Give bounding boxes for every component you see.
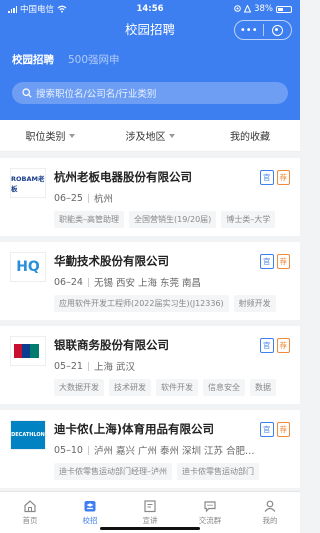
divider (87, 193, 89, 203)
chat-icon (204, 501, 216, 513)
nav-label: 首页 (22, 516, 38, 525)
badge-group: 官 荐 (260, 254, 290, 269)
campus-icon (84, 501, 96, 512)
nav-label: 宣讲 (142, 516, 158, 525)
filter-region[interactable]: 涉及地区 (100, 128, 200, 143)
locations: 上海 武汉 (93, 362, 135, 373)
job-tag[interactable]: 博士类–大学 (221, 211, 276, 228)
filter-label: 职位类别 (25, 132, 66, 143)
company-logo: ROBAM老板 (10, 168, 46, 198)
close-button[interactable] (264, 24, 292, 36)
presentation-icon (144, 500, 156, 513)
official-badge: 官 (260, 170, 274, 185)
job-tags: 大数据开发 技术研发 软件开发 信息安全 数据 (54, 379, 276, 396)
job-tag[interactable]: 软件开发 (156, 379, 198, 396)
divider (87, 277, 89, 287)
job-tag[interactable]: 迪卡侬零售运动部门经理–泸州 (54, 463, 172, 480)
recommend-badge: 荐 (276, 338, 290, 353)
job-tag[interactable]: 技术研发 (109, 379, 151, 396)
company-meta: 05–21 上海 武汉 (54, 359, 135, 374)
company-card[interactable]: HQ 华勤技术股份有限公司 官 荐 06–24 无锡 西安 上海 东莞 南昌 应… (0, 242, 300, 320)
job-tag[interactable]: 职能类–高管助理 (54, 211, 124, 228)
filter-label: 我的收藏 (230, 132, 270, 143)
post-date: 06–24 (54, 276, 83, 288)
company-card[interactable]: DECATHLON 迪卡侬(上海)体育用品有限公司 官 荐 05–10 泸州 嘉… (0, 410, 300, 488)
profile-icon (264, 500, 276, 512)
post-date: 05–21 (54, 360, 83, 372)
company-card[interactable]: 银联商务股份有限公司 官 荐 05–21 上海 武汉 大数据开发 技术研发 软件… (0, 326, 300, 404)
company-card[interactable]: ROBAM老板 杭州老板电器股份有限公司 官 荐 06–25 杭州 职能类–高管… (0, 158, 300, 236)
status-bar: 中国电信 14:56 38% (8, 2, 292, 16)
home-indicator (100, 527, 200, 530)
divider (87, 361, 89, 371)
header: 中国电信 14:56 38% 校园招聘 ••• 校园招聘 500强网申 搜索职位… (0, 0, 300, 120)
logo-text: ROBAM老板 (11, 175, 45, 193)
company-meta: 06–25 杭州 (54, 191, 113, 206)
job-tags: 职能类–高管助理 全国营销生(19/20届) 博士类–大学 (54, 211, 276, 228)
job-tags: 迪卡侬零售运动部门经理–泸州 迪卡侬零售运动部门 (54, 463, 259, 480)
unionpay-logo-icon (14, 344, 39, 358)
recommend-badge: 荐 (276, 422, 290, 437)
miniprogram-capsule[interactable]: ••• (234, 20, 292, 40)
divider (87, 445, 89, 455)
tab-campus-recruitment[interactable]: 校园招聘 (12, 52, 54, 67)
company-logo: DECATHLON (10, 420, 46, 450)
company-name: 迪卡侬(上海)体育用品有限公司 (54, 422, 215, 436)
clock: 14:56 (136, 4, 164, 14)
job-tag[interactable]: 数据 (250, 379, 276, 396)
recommend-badge: 荐 (276, 170, 290, 185)
post-date: 05–10 (54, 444, 83, 456)
company-logo: HQ (10, 252, 46, 282)
chevron-down-icon (68, 133, 75, 138)
close-icon (271, 24, 283, 36)
job-tag[interactable]: 大数据开发 (54, 379, 104, 396)
locations: 杭州 (93, 194, 113, 205)
chevron-down-icon (168, 133, 175, 138)
company-name: 杭州老板电器股份有限公司 (54, 170, 192, 184)
filter-job-category[interactable]: 职位类别 (0, 128, 100, 143)
filter-my-favorites[interactable]: 我的收藏 (200, 128, 300, 143)
recommend-badge: 荐 (276, 254, 290, 269)
more-icon: ••• (239, 24, 258, 36)
nav-home[interactable]: 首页 (0, 492, 60, 533)
battery-icon (276, 5, 292, 13)
search-icon (22, 88, 32, 98)
home-icon (24, 500, 36, 513)
company-name: 银联商务股份有限公司 (54, 338, 169, 352)
tab-top500[interactable]: 500强网申 (68, 52, 120, 67)
nav-label: 交流群 (198, 516, 222, 525)
company-meta: 06–24 无锡 西安 上海 东莞 南昌 (54, 275, 202, 290)
job-tag[interactable]: 射频开发 (233, 295, 276, 312)
logo-text: DECATHLON (11, 432, 45, 438)
locations: 泸州 嘉兴 广州 泰州 深圳 江苏 合肥… (93, 446, 255, 457)
search-placeholder: 搜索职位名/公司名/行业类别 (36, 89, 157, 100)
job-tags: 应用软件开发工程师(2022届实习生)(J12336) 射频开发 (54, 295, 276, 312)
company-list: ROBAM老板 杭州老板电器股份有限公司 官 荐 06–25 杭州 职能类–高管… (0, 152, 300, 488)
job-tag[interactable]: 迪卡侬零售运动部门 (177, 463, 259, 480)
tab-bar: 校园招聘 500强网申 (12, 52, 120, 67)
badge-group: 官 荐 (260, 422, 290, 437)
logo-text: HQ (16, 259, 40, 275)
official-badge: 官 (260, 338, 274, 353)
job-tag[interactable]: 全国营销生(19/20届) (129, 211, 217, 228)
company-name: 华勤技术股份有限公司 (54, 254, 169, 268)
badge-group: 官 荐 (260, 338, 290, 353)
company-logo (10, 336, 46, 366)
search-input[interactable]: 搜索职位名/公司名/行业类别 (12, 82, 288, 104)
filter-label: 涉及地区 (125, 132, 166, 143)
post-date: 06–25 (54, 192, 83, 204)
nav-label: 校招 (82, 516, 98, 525)
nav-profile[interactable]: 我的 (240, 492, 300, 533)
more-button[interactable]: ••• (235, 25, 263, 36)
official-badge: 官 (260, 422, 274, 437)
filter-bar: 职位类别 涉及地区 我的收藏 (0, 120, 300, 152)
locations: 无锡 西安 上海 东莞 南昌 (93, 278, 202, 289)
job-tag[interactable]: 信息安全 (203, 379, 245, 396)
official-badge: 官 (260, 254, 274, 269)
badge-group: 官 荐 (260, 170, 290, 185)
company-meta: 05–10 泸州 嘉兴 广州 泰州 深圳 江苏 合肥… (54, 443, 255, 458)
job-tag[interactable]: 应用软件开发工程师(2022届实习生)(J12336) (54, 295, 229, 312)
nav-label: 我的 (262, 516, 278, 525)
